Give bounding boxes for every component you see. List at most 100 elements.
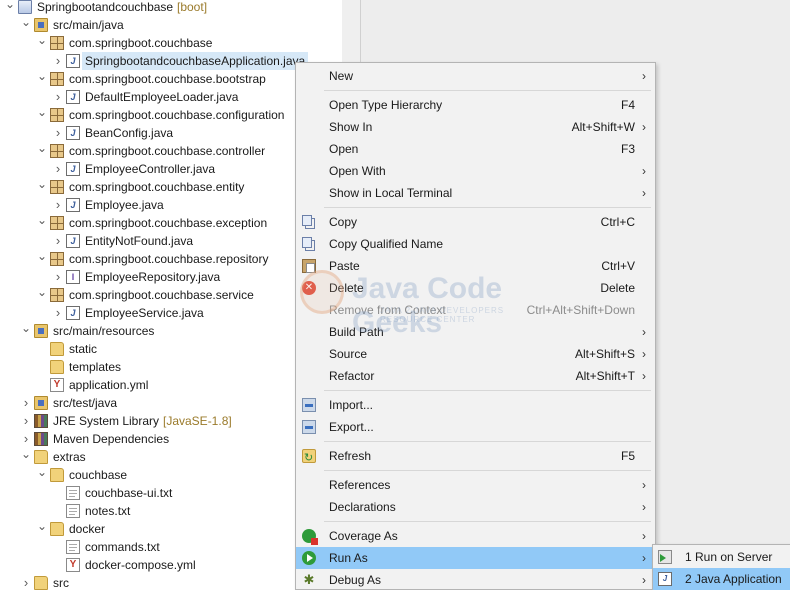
chevron-right-icon[interactable]: › [52,160,64,178]
tree-item[interactable]: couchbase-ui.txt [0,484,342,502]
tree-item[interactable]: static [0,340,342,358]
menu-item-paste[interactable]: Paste Ctrl+V [296,255,655,277]
context-menu: New › Open Type Hierarchy F4 Show In Alt… [295,62,656,590]
submenu-arrow-icon: › [642,120,646,134]
menu-item-copy-qualified-name[interactable]: Copy Qualified Name [296,233,655,255]
java-file-icon: J [66,234,80,248]
menu-item-open-with[interactable]: Open With › [296,160,655,182]
chevron-right-icon[interactable]: › [52,232,64,250]
chevron-down-icon[interactable]: ⌄ [36,106,48,124]
tree-item[interactable]: Yapplication.yml [0,376,342,394]
menu-separator [324,470,651,471]
chevron-right-icon[interactable]: › [52,304,64,322]
chevron-right-icon[interactable]: › [52,88,64,106]
tree-item[interactable]: › src/test/java [0,394,342,412]
menu-item-run-as[interactable]: Run As › [296,547,655,569]
chevron-down-icon[interactable]: ⌄ [20,448,32,466]
tree-item[interactable]: ⌄ com.springboot.couchbase.entity [0,178,342,196]
tree-item[interactable]: › J DefaultEmployeeLoader.java [0,88,342,106]
menu-item-coverage-as[interactable]: Coverage As › [296,525,655,547]
tree-item[interactable]: ⌄ com.springboot.couchbase.configuration [0,106,342,124]
chevron-right-icon[interactable]: › [52,268,64,286]
menu-item-show-in-local-terminal[interactable]: Show in Local Terminal › [296,182,655,204]
tree-item[interactable]: templates [0,358,342,376]
chevron-right-icon[interactable]: › [20,394,32,412]
tree-item[interactable]: › Maven Dependencies [0,430,342,448]
menu-item-build-path[interactable]: Build Path › [296,321,655,343]
tree-item[interactable]: commands.txt [0,538,342,556]
text-file-icon [66,504,80,518]
menu-item-export[interactable]: Export... [296,416,655,438]
tree-item[interactable]: ⌄ src/main/resources [0,322,342,340]
tree-item[interactable]: › J SpringbootandcouchbaseApplication.java [0,52,342,70]
menu-item-debug-as[interactable]: ✱ Debug As › [296,569,655,590]
tree-item[interactable]: › J EntityNotFound.java [0,232,342,250]
tree-item[interactable]: ⌄ couchbase [0,466,342,484]
tree-item[interactable]: › src [0,574,342,590]
tree-item[interactable]: ⌄ extras [0,448,342,466]
chevron-right-icon[interactable]: › [20,574,32,590]
menu-item-open[interactable]: Open F3 [296,138,655,160]
tree-item[interactable]: ⌄ docker [0,520,342,538]
chevron-down-icon[interactable]: ⌄ [36,214,48,232]
library-icon [34,414,48,428]
tree-item[interactable]: ⌄ com.springboot.couchbase.controller [0,142,342,160]
menu-item-label: Paste [329,259,360,273]
chevron-down-icon[interactable]: ⌄ [36,70,48,88]
chevron-down-icon[interactable]: ⌄ [36,466,48,484]
menu-item-label: Debug As [329,573,382,587]
menu-item-references[interactable]: References › [296,474,655,496]
chevron-right-icon[interactable]: › [52,124,64,142]
menu-item-refactor[interactable]: Refactor Alt+Shift+T › [296,365,655,387]
tree-item-label: com.springboot.couchbase.configuration [69,108,285,122]
tree-item[interactable]: ⌄ com.springboot.couchbase.service [0,286,342,304]
chevron-down-icon[interactable]: ⌄ [4,0,16,16]
folder-icon [50,342,64,356]
tree-item[interactable]: › JRE System Library [JavaSE-1.8] [0,412,342,430]
menu-item-copy[interactable]: Copy Ctrl+C [296,211,655,233]
menu-item-delete[interactable]: ✕ Delete Delete [296,277,655,299]
chevron-right-icon[interactable]: › [52,52,64,70]
menu-item-label: Open Type Hierarchy [329,98,443,112]
tree-item[interactable]: ⌄ com.springboot.couchbase.exception [0,214,342,232]
chevron-down-icon[interactable]: ⌄ [36,250,48,268]
chevron-down-icon[interactable]: ⌄ [36,178,48,196]
tree-item[interactable]: › J Employee.java [0,196,342,214]
submenu-item-run-on-server[interactable]: 1 Run on Server [653,546,790,568]
chevron-down-icon[interactable]: ⌄ [20,322,32,340]
tree-item[interactable]: ⌄ com.springboot.couchbase.repository [0,250,342,268]
menu-item-open-type-hierarchy[interactable]: Open Type Hierarchy F4 [296,94,655,116]
submenu-item-java-application[interactable]: J 2 Java Application [653,568,790,590]
chevron-right-icon[interactable]: › [20,412,32,430]
package-icon [50,144,64,158]
submenu-arrow-icon: › [642,529,646,543]
chevron-right-icon[interactable]: › [52,196,64,214]
tree-item[interactable]: notes.txt [0,502,342,520]
menu-item-refresh[interactable]: Refresh F5 [296,445,655,469]
tree-item[interactable]: › J EmployeeService.java [0,304,342,322]
tree-item[interactable]: ⌄ Springbootandcouchbase [boot] [0,0,342,16]
tree-item[interactable]: ⌄ com.springboot.couchbase.bootstrap [0,70,342,88]
folder-icon [50,360,64,374]
chevron-down-icon[interactable]: ⌄ [36,142,48,160]
tree-item[interactable]: Ydocker-compose.yml [0,556,342,574]
menu-item-show-in[interactable]: Show In Alt+Shift+W › [296,116,655,138]
tree-item[interactable]: › J BeanConfig.java [0,124,342,142]
menu-item-shortcut: Alt+Shift+W [571,120,635,134]
menu-item-new[interactable]: New › [296,65,655,87]
menu-item-label: Open [329,142,359,156]
menu-item-declarations[interactable]: Declarations › [296,496,655,518]
submenu-item-label: 2 Java Application [685,572,782,586]
tree-item[interactable]: › J EmployeeController.java [0,160,342,178]
chevron-down-icon[interactable]: ⌄ [36,34,48,52]
chevron-down-icon[interactable]: ⌄ [36,286,48,304]
menu-item-import[interactable]: Import... [296,394,655,416]
tree-item[interactable]: ⌄ src/main/java [0,16,342,34]
chevron-down-icon[interactable]: ⌄ [36,520,48,538]
tree-item[interactable]: ⌄ com.springboot.couchbase [0,34,342,52]
menu-item-source[interactable]: Source Alt+Shift+S › [296,343,655,365]
chevron-right-icon[interactable]: › [20,430,32,448]
chevron-down-icon[interactable]: ⌄ [20,16,32,34]
tree-item[interactable]: › I EmployeeRepository.java [0,268,342,286]
tree-item-label: EmployeeRepository.java [85,270,221,284]
